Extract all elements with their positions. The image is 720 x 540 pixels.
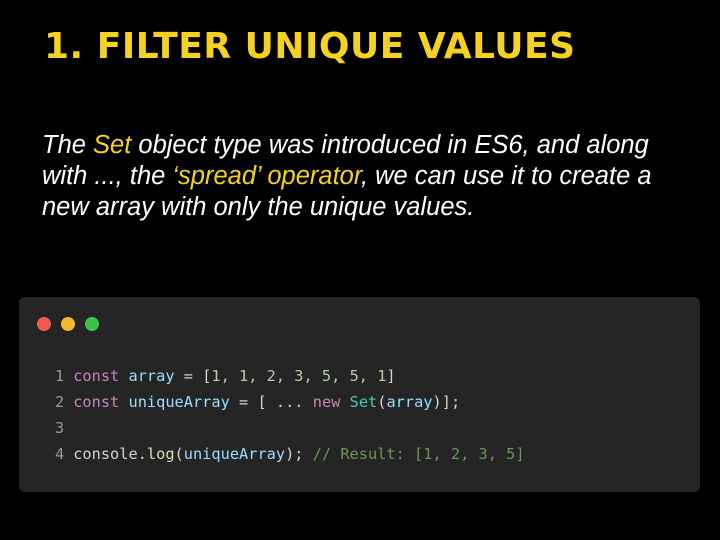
line-number: 2: [55, 393, 65, 411]
set-highlight: Set: [93, 131, 132, 159]
slide-title: 1. FILTER UNIQUE VALUES: [44, 26, 576, 67]
array-close-bracket: ]: [386, 367, 396, 385]
statement-end: )];: [432, 393, 461, 411]
description-part-1: The: [42, 131, 94, 159]
console-object: console: [73, 445, 138, 463]
code-block: 1 const array = [1, 1, 2, 3, 5, 5, 1] 2 con…: [55, 363, 525, 467]
keyword-const: const: [73, 393, 120, 411]
variable-name: uniqueArray: [128, 393, 230, 411]
line-number: 4: [55, 445, 65, 463]
set-class: Set: [349, 393, 378, 411]
spread-operator-highlight: ‘spread’ operator: [172, 162, 361, 190]
log-function: log: [146, 445, 175, 463]
code-line-3: 3: [55, 415, 525, 441]
paren-open: (: [174, 445, 184, 463]
variable-name: array: [128, 367, 175, 385]
close-dot-icon: [37, 317, 51, 331]
spread-operator: ...: [275, 393, 304, 411]
assignment-operator: =: [229, 393, 258, 411]
argument-name: array: [386, 393, 433, 411]
line-number: 3: [55, 419, 65, 437]
code-line-2: 2 const uniqueArray = [ ... new Set(array…: [55, 389, 525, 415]
assignment-operator: =: [174, 367, 203, 385]
code-line-4: 4 console.log(uniqueArray); // Result: [1…: [55, 441, 525, 467]
array-values: 1, 1, 2, 3, 5, 5, 1: [211, 367, 387, 385]
maximize-dot-icon: [85, 317, 99, 331]
array-open-bracket: [: [257, 393, 267, 411]
code-line-1: 1 const array = [1, 1, 2, 3, 5, 5, 1]: [55, 363, 525, 389]
argument-name: uniqueArray: [183, 445, 286, 463]
keyword-new: new: [312, 393, 341, 411]
statement-end: );: [285, 445, 304, 463]
keyword-const: const: [73, 367, 120, 385]
member-dot: .: [137, 445, 147, 463]
minimize-dot-icon: [61, 317, 75, 331]
code-window: 1 const array = [1, 1, 2, 3, 5, 5, 1] 2 con…: [19, 297, 700, 492]
line-number: 1: [55, 367, 65, 385]
result-comment: // Result: [1, 2, 3, 5]: [312, 445, 525, 463]
description-text: The Set object type was introduced in ES…: [42, 130, 692, 223]
